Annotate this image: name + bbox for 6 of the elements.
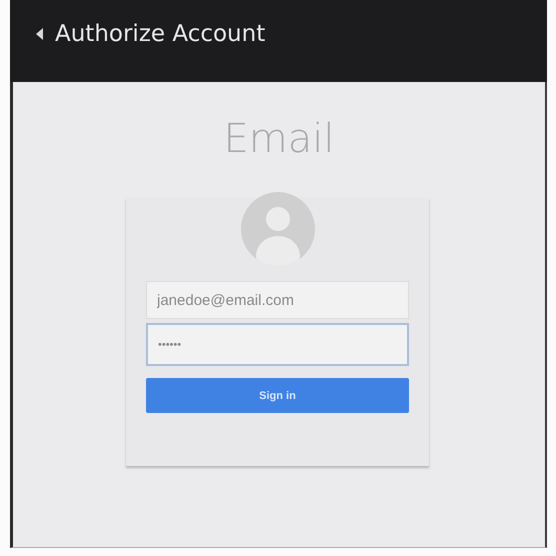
password-field[interactable]: •••••• [146,323,409,366]
back-icon[interactable] [36,28,43,40]
page-title: Email [224,116,334,162]
sign-in-button[interactable]: Sign in [146,378,409,413]
header-title: Authorize Account [55,21,266,47]
email-field[interactable]: janedoe@email.com [146,281,409,319]
